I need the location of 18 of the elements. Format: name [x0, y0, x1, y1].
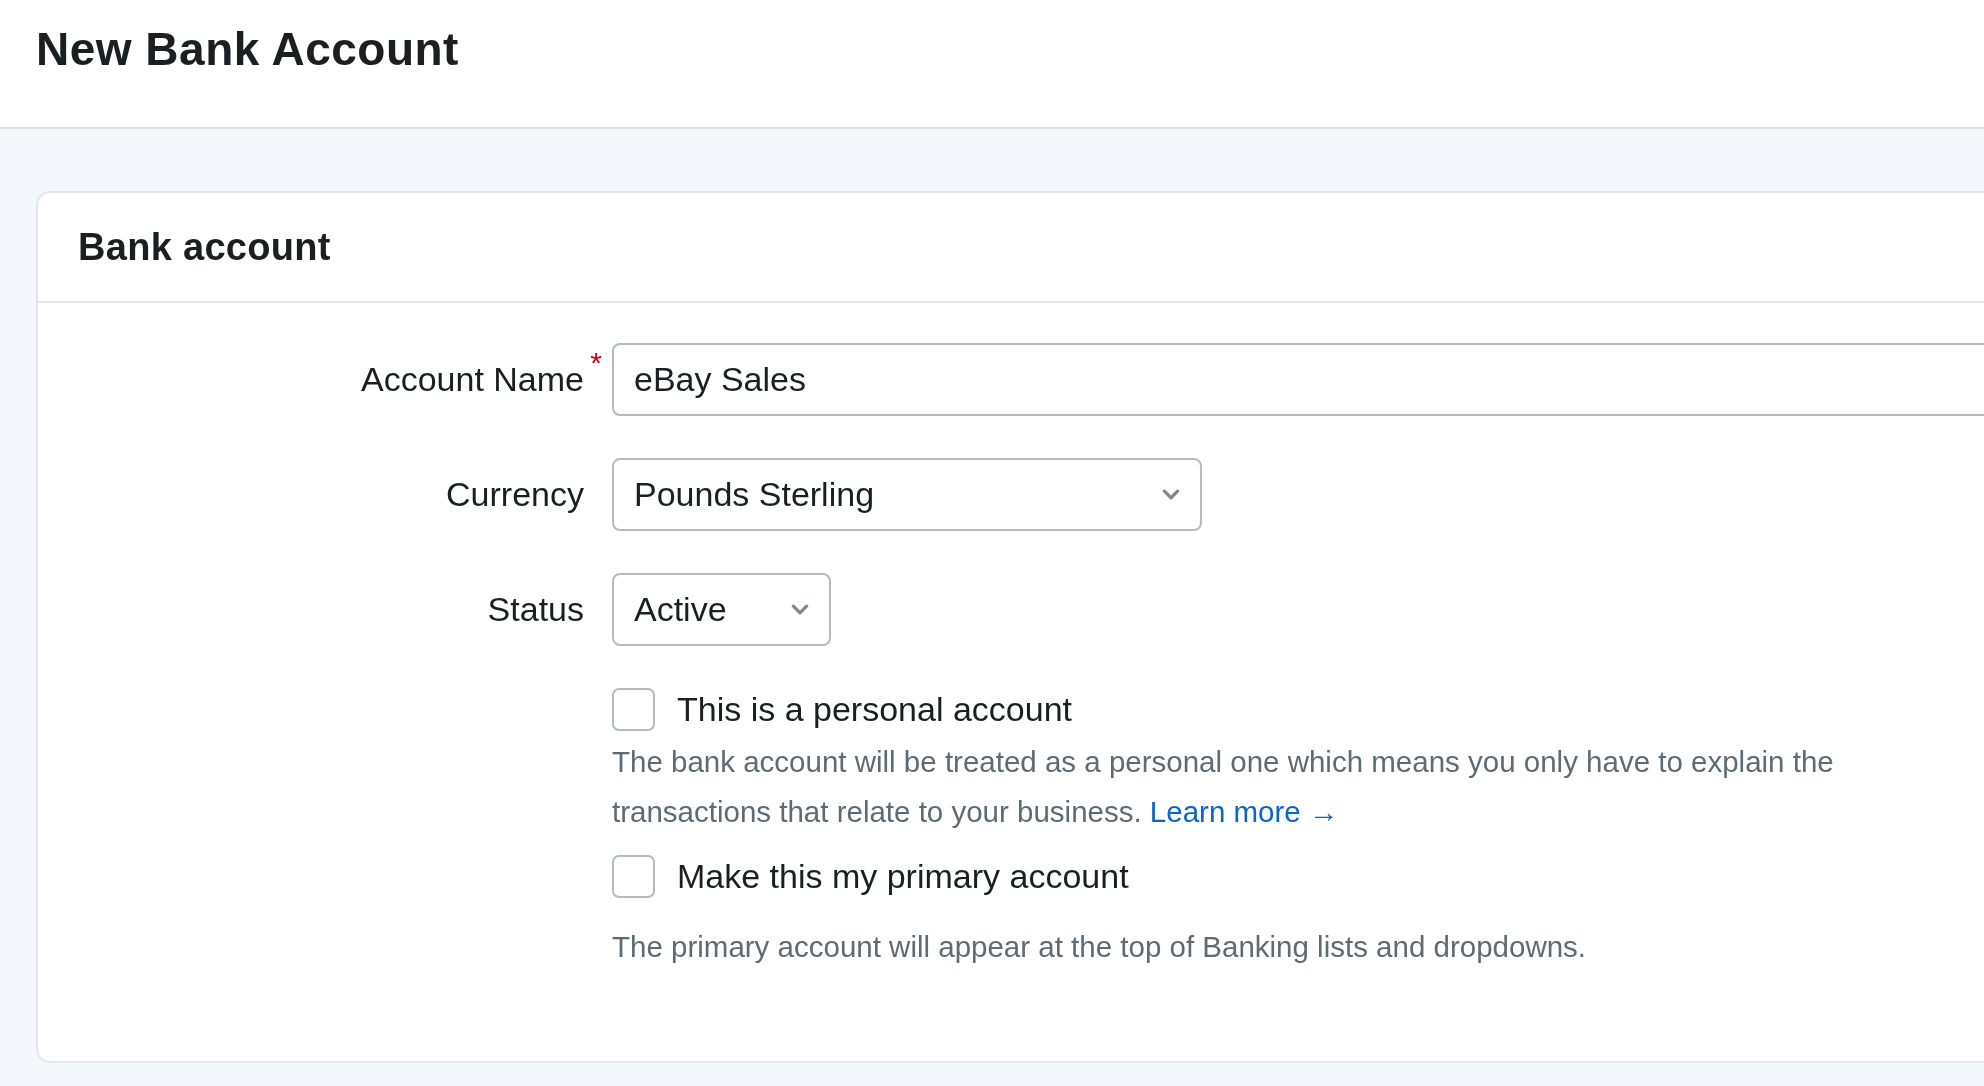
learn-more-link[interactable]: Learn more → — [1149, 795, 1339, 828]
help-text: The primary account will appear at the top of Banking lists and dropdowns. — [612, 929, 1588, 965]
checkbox[interactable] — [612, 688, 655, 731]
chevron-down-icon — [1162, 489, 1180, 500]
help-text: The bank account will be treated as a personal one which means you only have to explain the transactions that relate to your business. Learn more → — [612, 744, 1835, 830]
dropdown[interactable]: Pounds Sterling — [612, 458, 1202, 531]
checkbox-label: This is a personal account — [677, 690, 1072, 729]
checkbox[interactable] — [612, 855, 655, 898]
card-title: Bank account — [78, 225, 331, 269]
dropdown[interactable]: Active — [612, 573, 831, 646]
chevron-down-icon — [791, 604, 809, 615]
field-label: Currency — [446, 475, 584, 514]
input-field[interactable]: eBay Sales — [612, 343, 1984, 416]
page-title: New Bank Account — [36, 22, 460, 76]
checkbox-label: Make this my primary account — [677, 857, 1129, 896]
required-mark: * — [590, 346, 602, 380]
field-label: Account Name — [361, 360, 584, 399]
field-label: Status — [487, 590, 584, 629]
